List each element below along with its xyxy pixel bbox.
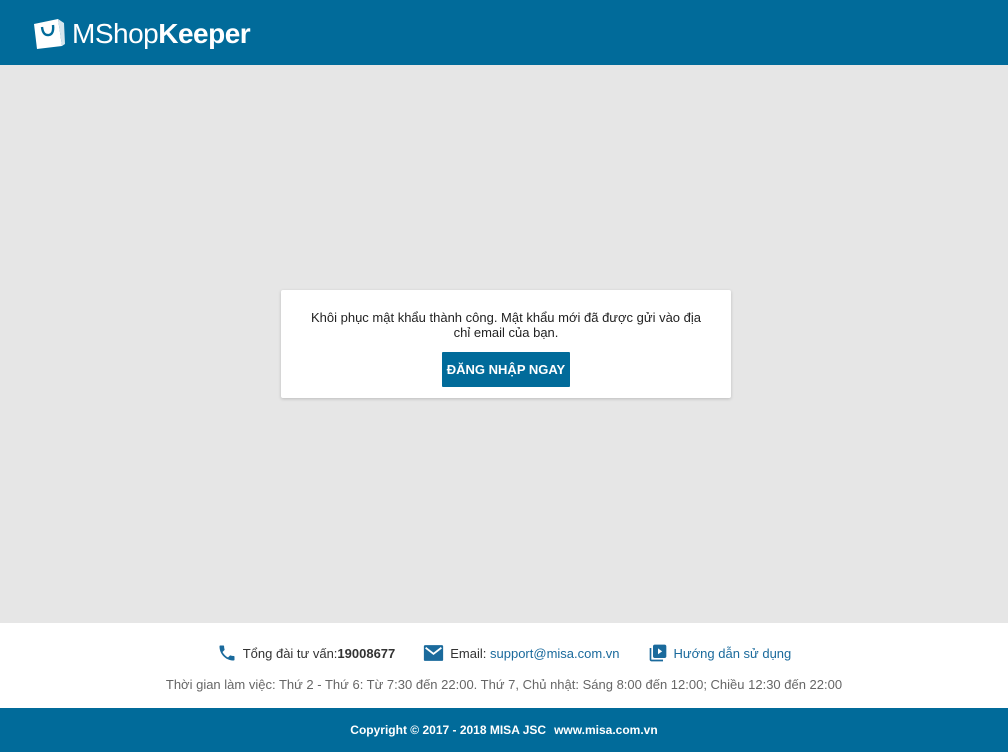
shopping-bag-icon (34, 18, 65, 49)
email-link[interactable]: support@misa.com.vn (490, 646, 620, 661)
footer-info: Tổng đài tư vấn: 19008677 Email: support@… (0, 623, 1008, 708)
main-area: Khôi phục mật khẩu thành công. Mật khẩu … (0, 65, 1008, 623)
login-now-button[interactable]: ĐĂNG NHẬP NGAY (442, 352, 570, 387)
copyright-text: Copyright © 2017 - 2018 MISA JSC (350, 723, 547, 737)
app-logo[interactable]: MShopKeeper (72, 17, 251, 50)
logo-text-bold: Keeper (158, 17, 251, 49)
hotline: Tổng đài tư vấn: 19008677 (217, 643, 395, 663)
video-library-icon (649, 644, 666, 662)
phone-icon (219, 645, 235, 661)
user-guide[interactable]: Hướng dẫn sử dụng (648, 643, 792, 663)
logo-text-thin: MShop (72, 17, 159, 49)
website-link[interactable]: www.misa.com.vn (554, 723, 658, 737)
hotline-label: Tổng đài tư vấn: (242, 645, 338, 661)
user-guide-link[interactable]: Hướng dẫn sử dụng (674, 646, 792, 661)
success-message: Khôi phục mật khẩu thành công. Mật khẩu … (310, 310, 701, 340)
app-header: MShopKeeper (0, 0, 1008, 65)
success-card: Khôi phục mật khẩu thành công. Mật khẩu … (281, 290, 731, 398)
hotline-number[interactable]: 19008677 (337, 646, 395, 661)
working-hours: Thời gian làm việc: Thứ 2 - Thứ 6: Từ 7:… (165, 677, 843, 692)
contact-row: Tổng đài tư vấn: 19008677 Email: support@… (0, 643, 1008, 663)
envelope-icon (424, 645, 444, 661)
email-contact: Email: support@misa.com.vn (423, 644, 620, 662)
copyright-bar: Copyright © 2017 - 2018 MISA JSC www.mis… (0, 708, 1008, 752)
email-label: Email: (450, 645, 487, 661)
